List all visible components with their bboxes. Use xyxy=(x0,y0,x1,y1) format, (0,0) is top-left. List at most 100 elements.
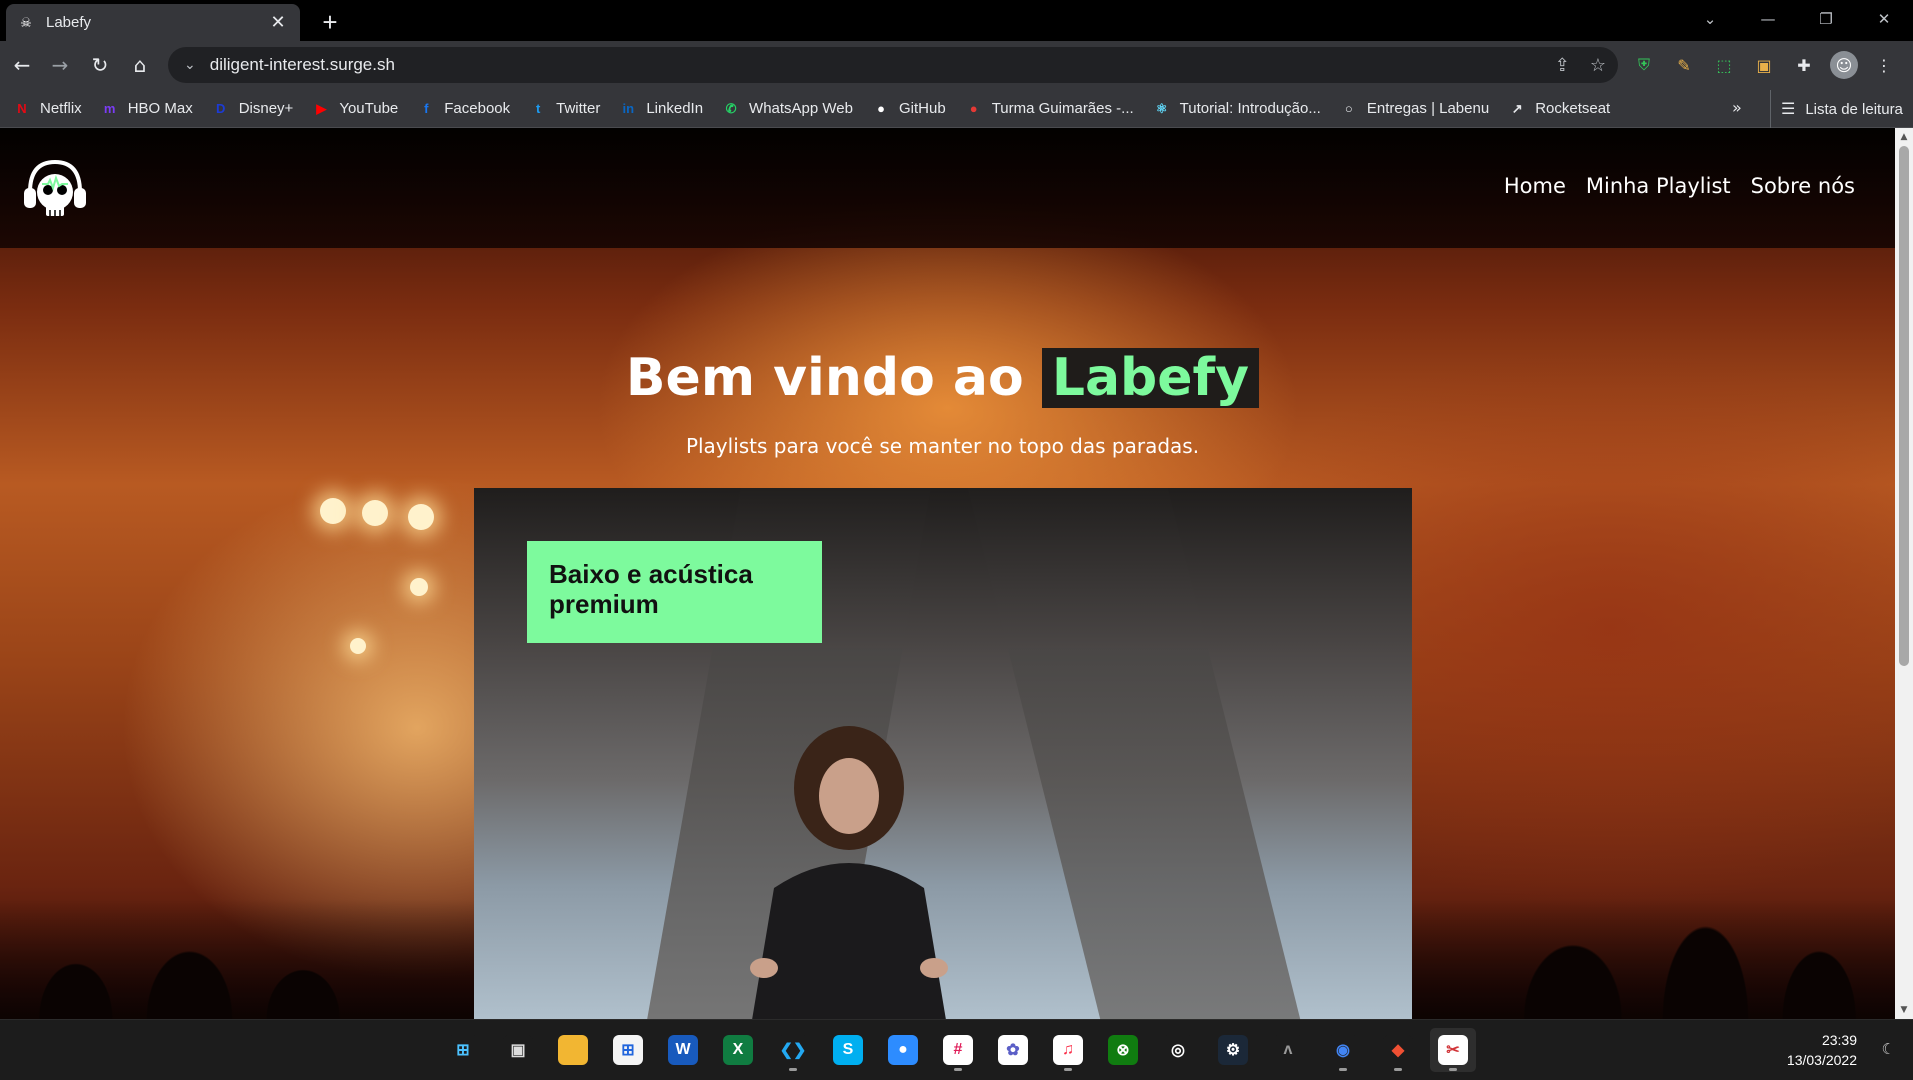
bookmark-github[interactable]: ● GitHub xyxy=(871,99,946,119)
facebook-icon: f xyxy=(424,101,429,116)
bookmark-linkedin[interactable]: in LinkedIn xyxy=(618,99,704,119)
xbox-icon: ⊗ xyxy=(1108,1035,1138,1065)
itunes-taskbar-button[interactable]: ♫ xyxy=(1045,1028,1091,1072)
skype-taskbar-button[interactable]: S xyxy=(825,1028,871,1072)
promo-video[interactable]: Baixo e acústica premium xyxy=(474,488,1412,1019)
forward-button[interactable]: → xyxy=(44,49,76,81)
bookmark-label: Turma Guimarães -... xyxy=(991,100,1134,117)
bookmark-apple[interactable]: ● Turma Guimarães -... xyxy=(964,99,1134,119)
browser-tab-labefy[interactable]: ☠ Labefy ✕ xyxy=(6,4,300,41)
bookmark-label: HBO Max xyxy=(127,100,193,117)
bookmark-whatsapp[interactable]: ✆ WhatsApp Web xyxy=(721,99,853,119)
predator-taskbar-button[interactable]: ʌ xyxy=(1265,1028,1311,1072)
chrome-taskbar-button[interactable]: ◉ xyxy=(1320,1028,1366,1072)
bookmark-netflix[interactable]: N Netflix xyxy=(12,99,81,119)
file-explorer-taskbar-button[interactable]: ▬ xyxy=(550,1028,596,1072)
close-window-button[interactable]: ✕ xyxy=(1855,0,1913,38)
apple-icon: ● xyxy=(969,101,978,116)
site-nav: Home Minha Playlist Sobre nós xyxy=(1504,174,1855,198)
settings-flower-taskbar-button[interactable]: ✿ xyxy=(990,1028,1036,1072)
home-button[interactable]: ⌂ xyxy=(124,49,156,81)
bookmark-disney[interactable]: D Disney+ xyxy=(211,99,293,119)
reading-list-button[interactable]: ☰ Lista de leitura xyxy=(1770,90,1903,128)
snipping-tool-icon: ✂ xyxy=(1438,1035,1468,1065)
zoom-icon: ● xyxy=(888,1035,918,1065)
clock-date: 13/03/2022 xyxy=(1786,1052,1857,1068)
whatsapp-icon: ✆ xyxy=(725,100,737,116)
browser-toolbar: ← → ↻ ⌂ ⌄ diligent-interest.surge.sh ⇪ ☆… xyxy=(0,41,1913,90)
bookmark-youtube[interactable]: ▶ YouTube xyxy=(311,99,398,119)
running-indicator xyxy=(1339,1068,1347,1071)
face-extension-icon[interactable]: ▣ xyxy=(1750,51,1778,79)
task-view-icon: ▣ xyxy=(503,1035,533,1065)
task-view-taskbar-button[interactable]: ▣ xyxy=(495,1028,541,1072)
notification-icon[interactable]: ☾ xyxy=(1882,1040,1895,1058)
disney-icon: D xyxy=(216,101,226,116)
bookmark-star-icon[interactable]: ☆ xyxy=(1590,55,1606,76)
vscode-taskbar-button[interactable]: ❮❯ xyxy=(770,1028,816,1072)
ubisoft-taskbar-button[interactable]: ◎ xyxy=(1155,1028,1201,1072)
site-info-icon[interactable]: ⌄ xyxy=(184,57,196,73)
bookmark-label: YouTube xyxy=(339,100,399,117)
bookmark-rocketseat[interactable]: ↗ Rocketseat xyxy=(1507,99,1611,119)
menu-kebab-icon[interactable]: ⋮ xyxy=(1870,51,1898,79)
slack-taskbar-button[interactable]: # xyxy=(935,1028,981,1072)
scroll-up-arrow[interactable]: ▲ xyxy=(1895,128,1913,146)
git-taskbar-button[interactable]: ◆ xyxy=(1375,1028,1421,1072)
start-taskbar-button[interactable]: ⊞ xyxy=(440,1028,486,1072)
profile-avatar[interactable]: ☺ xyxy=(1830,51,1858,79)
restore-button[interactable]: ❐ xyxy=(1797,0,1855,38)
page-scrollbar[interactable]: ▲ ▼ xyxy=(1895,128,1913,1019)
taskbar-clock[interactable]: 23:39 13/03/2022 xyxy=(1787,1030,1857,1070)
microsoft-store-taskbar-button[interactable]: ⊞ xyxy=(605,1028,651,1072)
puzzle-extensions-icon[interactable]: ✚ xyxy=(1790,51,1818,79)
nav-sobre-nos[interactable]: Sobre nós xyxy=(1751,174,1855,198)
tab-title: Labefy xyxy=(46,14,92,31)
running-indicator xyxy=(1449,1068,1457,1071)
word-taskbar-button[interactable]: W xyxy=(660,1028,706,1072)
predator-icon: ʌ xyxy=(1273,1035,1303,1065)
excel-taskbar-button[interactable]: X xyxy=(715,1028,761,1072)
url-text: diligent-interest.surge.sh xyxy=(209,55,395,74)
skull-headphones-logo[interactable] xyxy=(20,154,90,224)
bookmark-react[interactable]: ⚛ Tutorial: Introdução... xyxy=(1152,99,1321,119)
twitter-icon: t xyxy=(535,101,541,116)
running-indicator xyxy=(954,1068,962,1071)
rocketseat-icon: ↗ xyxy=(1511,100,1523,116)
bookmark-label: Rocketseat xyxy=(1535,100,1611,117)
scroll-thumb[interactable] xyxy=(1899,146,1909,666)
nav-minha-playlist[interactable]: Minha Playlist xyxy=(1586,174,1731,198)
close-tab-icon[interactable]: ✕ xyxy=(268,12,288,33)
minimize-button[interactable]: — xyxy=(1739,0,1797,38)
back-button[interactable]: ← xyxy=(6,49,38,81)
snipping-tool-taskbar-button[interactable]: ✂ xyxy=(1430,1028,1476,1072)
shield-extension-icon[interactable]: ⛨ xyxy=(1630,51,1658,79)
stage-lights xyxy=(320,498,490,798)
skype-icon: S xyxy=(833,1035,863,1065)
new-tab-button[interactable]: + xyxy=(316,7,344,37)
share-icon[interactable]: ⇪ xyxy=(1555,55,1570,76)
tab-search-icon[interactable]: ⌄ xyxy=(1681,0,1739,38)
start-icon: ⊞ xyxy=(448,1035,478,1065)
bookmark-label: LinkedIn xyxy=(646,100,704,117)
zoom-taskbar-button[interactable]: ● xyxy=(880,1028,926,1072)
bookmark-hbomax[interactable]: m HBO Max xyxy=(100,99,193,119)
reload-button[interactable]: ↻ xyxy=(84,49,116,81)
bookmark-facebook[interactable]: f Facebook xyxy=(416,99,510,119)
reading-list-icon: ☰ xyxy=(1781,101,1796,118)
scroll-down-arrow[interactable]: ▼ xyxy=(1895,1001,1913,1019)
bookmark-twitter[interactable]: t Twitter xyxy=(528,99,600,119)
bookmark-labenu[interactable]: ○ Entregas | Labenu xyxy=(1339,99,1489,119)
pencil-extension-icon[interactable]: ✎ xyxy=(1670,51,1698,79)
hero-subtitle: Playlists para você se manter no topo da… xyxy=(685,434,1200,458)
screenshot-extension-icon[interactable]: ⬚ xyxy=(1710,51,1738,79)
xbox-taskbar-button[interactable]: ⊗ xyxy=(1100,1028,1146,1072)
git-icon: ◆ xyxy=(1383,1035,1413,1065)
address-bar[interactable]: ⌄ diligent-interest.surge.sh ⇪ ☆ xyxy=(168,47,1618,83)
bookmark-label: Facebook xyxy=(444,100,511,117)
skull-favicon-icon: ☠ xyxy=(20,14,32,30)
steam-taskbar-button[interactable]: ⚙ xyxy=(1210,1028,1256,1072)
bookmarks-overflow-button[interactable]: » xyxy=(1732,98,1742,117)
ubisoft-icon: ◎ xyxy=(1163,1035,1193,1065)
nav-home[interactable]: Home xyxy=(1504,174,1566,198)
